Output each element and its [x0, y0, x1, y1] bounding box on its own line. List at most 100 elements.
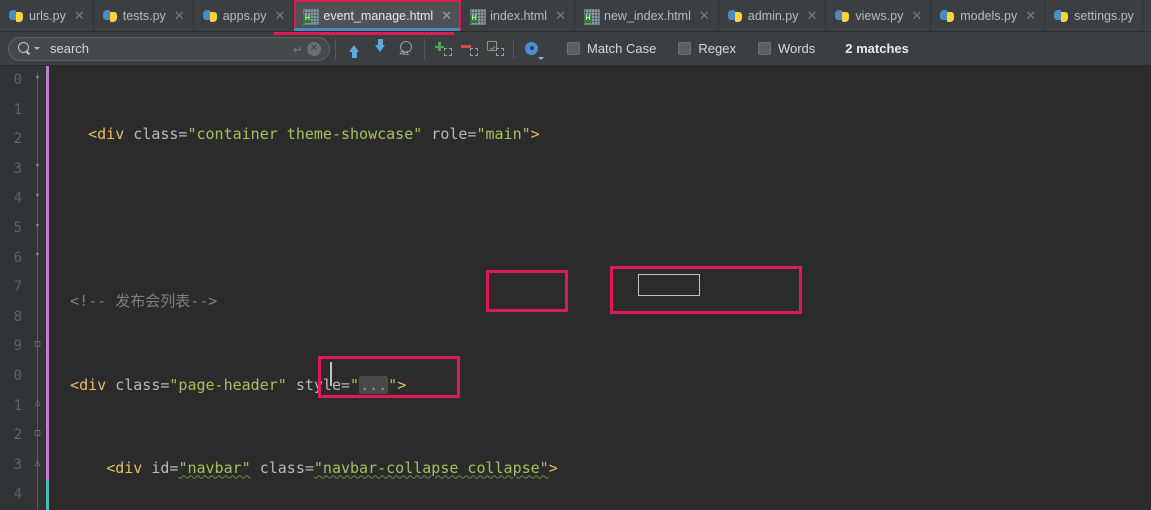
code-line[interactable]: [52, 204, 1151, 234]
line-number: 9: [13, 338, 22, 355]
code-folding-strip[interactable]: ▾ ▾ ▾ ▾ ▾ □ △ □ △: [30, 66, 46, 510]
remove-selection-button[interactable]: [456, 36, 482, 62]
tab-models-py[interactable]: models.py ✕: [931, 0, 1046, 31]
line-number: 7: [13, 279, 22, 296]
fold-arrow-icon[interactable]: ▾: [32, 221, 43, 232]
match-case-checkbox[interactable]: Match Case: [567, 41, 656, 56]
clear-icon[interactable]: ✕: [307, 41, 321, 56]
fold-arrow-icon[interactable]: ▾: [32, 250, 43, 261]
close-icon[interactable]: ✕: [172, 9, 185, 22]
code-content[interactable]: <div class="container theme-showcase" ro…: [52, 66, 1151, 510]
annotation-stroke-find-bar: [274, 32, 454, 35]
tab-event-manage-html[interactable]: event_manage.html ✕: [294, 0, 462, 31]
tab-label: models.py: [960, 8, 1018, 23]
add-selection-icon: [434, 41, 452, 56]
close-icon[interactable]: ✕: [439, 9, 452, 22]
line-number: 5: [13, 219, 22, 236]
tab-label: settings.py: [1074, 8, 1134, 23]
tab-label: event_manage.html: [323, 8, 434, 23]
fold-arrow-icon[interactable]: ▾: [32, 191, 43, 202]
vcs-change-marker-new: [46, 480, 49, 510]
python-file-icon: [9, 9, 23, 23]
newline-icon[interactable]: ↵: [293, 42, 301, 55]
fold-end-icon[interactable]: □: [32, 428, 43, 439]
code-line[interactable]: <div id="navbar" class="navbar-collapse …: [52, 454, 1151, 484]
find-next-icon: [375, 39, 385, 52]
close-icon[interactable]: ✕: [1023, 9, 1036, 22]
close-icon[interactable]: ✕: [805, 9, 818, 22]
code-line[interactable]: <div class="page-header" style="...">: [52, 371, 1151, 401]
fold-arrow-icon[interactable]: ▾: [32, 73, 43, 84]
divider: [335, 38, 336, 59]
fold-end-icon[interactable]: △: [32, 458, 43, 469]
tab-admin-py[interactable]: admin.py ✕: [718, 0, 827, 31]
python-file-icon: [835, 9, 850, 23]
tab-new-index-html[interactable]: new_index.html ✕: [575, 0, 719, 31]
close-icon[interactable]: ✕: [72, 9, 85, 22]
close-icon[interactable]: ✕: [909, 9, 922, 22]
find-settings-button[interactable]: [519, 36, 545, 62]
python-file-icon: [202, 9, 217, 23]
line-number: 4: [13, 190, 22, 207]
tab-settings-py[interactable]: settings.py: [1045, 0, 1143, 31]
search-history-icon[interactable]: [18, 42, 31, 55]
regex-label: Regex: [698, 41, 736, 56]
find-previous-icon: [349, 45, 359, 58]
line-number-column: 0 1 2 3 4 5 6 7 8 9 0 1 2 3 4: [0, 66, 22, 510]
tab-label: new_index.html: [604, 8, 691, 23]
checkbox-icon[interactable]: [757, 42, 771, 55]
tab-views-py[interactable]: views.py ✕: [826, 0, 932, 31]
code-line[interactable]: <div class="container theme-showcase" ro…: [52, 120, 1151, 150]
find-all-icon: [399, 41, 414, 57]
line-number: 4: [13, 486, 22, 503]
chevron-down-icon[interactable]: [34, 47, 40, 50]
html-file-icon: [303, 8, 320, 25]
python-file-icon: [727, 9, 742, 23]
tab-apps-py[interactable]: apps.py ✕: [193, 0, 295, 31]
divider: [424, 38, 425, 59]
words-checkbox[interactable]: Words: [757, 41, 815, 56]
tab-urls-py[interactable]: urls.py ✕: [0, 0, 94, 31]
line-number: 0: [13, 367, 22, 384]
remove-selection-icon: [460, 41, 478, 56]
find-settings-gear-icon: [524, 41, 540, 57]
fold-end-icon[interactable]: □: [32, 339, 43, 350]
search-input-value[interactable]: search: [46, 41, 287, 56]
tab-label: urls.py: [29, 8, 66, 23]
vcs-change-marker: [46, 66, 49, 480]
line-number: 8: [13, 308, 22, 325]
close-icon[interactable]: ✕: [553, 9, 566, 22]
tab-index-html[interactable]: index.html ✕: [461, 0, 575, 31]
line-number: 1: [13, 397, 22, 414]
line-number: 1: [13, 101, 22, 118]
select-all-occurrences-button[interactable]: [482, 36, 508, 62]
fold-arrow-icon[interactable]: ▾: [32, 161, 43, 172]
code-editor[interactable]: 0 1 2 3 4 5 6 7 8 9 0 1 2 3 4 ▾ ▾ ▾ ▾ ▾ …: [0, 66, 1151, 510]
find-all-button[interactable]: [393, 36, 419, 62]
close-icon[interactable]: ✕: [273, 9, 286, 22]
editor-gutter[interactable]: 0 1 2 3 4 5 6 7 8 9 0 1 2 3 4 ▾ ▾ ▾ ▾ ▾ …: [0, 66, 46, 510]
tab-tests-py[interactable]: tests.py ✕: [93, 0, 194, 31]
python-file-icon: [102, 9, 117, 23]
code-line[interactable]: <!-- 发布会列表-->: [52, 287, 1151, 317]
find-previous-button[interactable]: [341, 36, 367, 62]
tab-label: admin.py: [747, 8, 799, 23]
checkbox-icon[interactable]: [678, 42, 692, 55]
close-icon[interactable]: ✕: [697, 9, 710, 22]
line-number: 2: [13, 131, 22, 148]
match-case-label: Match Case: [587, 41, 657, 56]
tab-label: apps.py: [222, 8, 267, 23]
html-file-icon: [584, 8, 600, 25]
regex-checkbox[interactable]: Regex: [678, 41, 736, 56]
line-number: 3: [13, 160, 22, 177]
tab-label: tests.py: [122, 8, 166, 23]
find-next-button[interactable]: [367, 36, 393, 62]
search-input[interactable]: search ↵ ✕: [8, 36, 330, 61]
html-file-icon: [470, 8, 487, 25]
divider: [513, 38, 514, 59]
add-selection-button[interactable]: [430, 36, 456, 62]
checkbox-icon[interactable]: [567, 42, 580, 55]
line-number: 3: [13, 456, 22, 473]
tab-label: index.html: [490, 8, 548, 23]
fold-end-icon[interactable]: △: [32, 398, 43, 409]
